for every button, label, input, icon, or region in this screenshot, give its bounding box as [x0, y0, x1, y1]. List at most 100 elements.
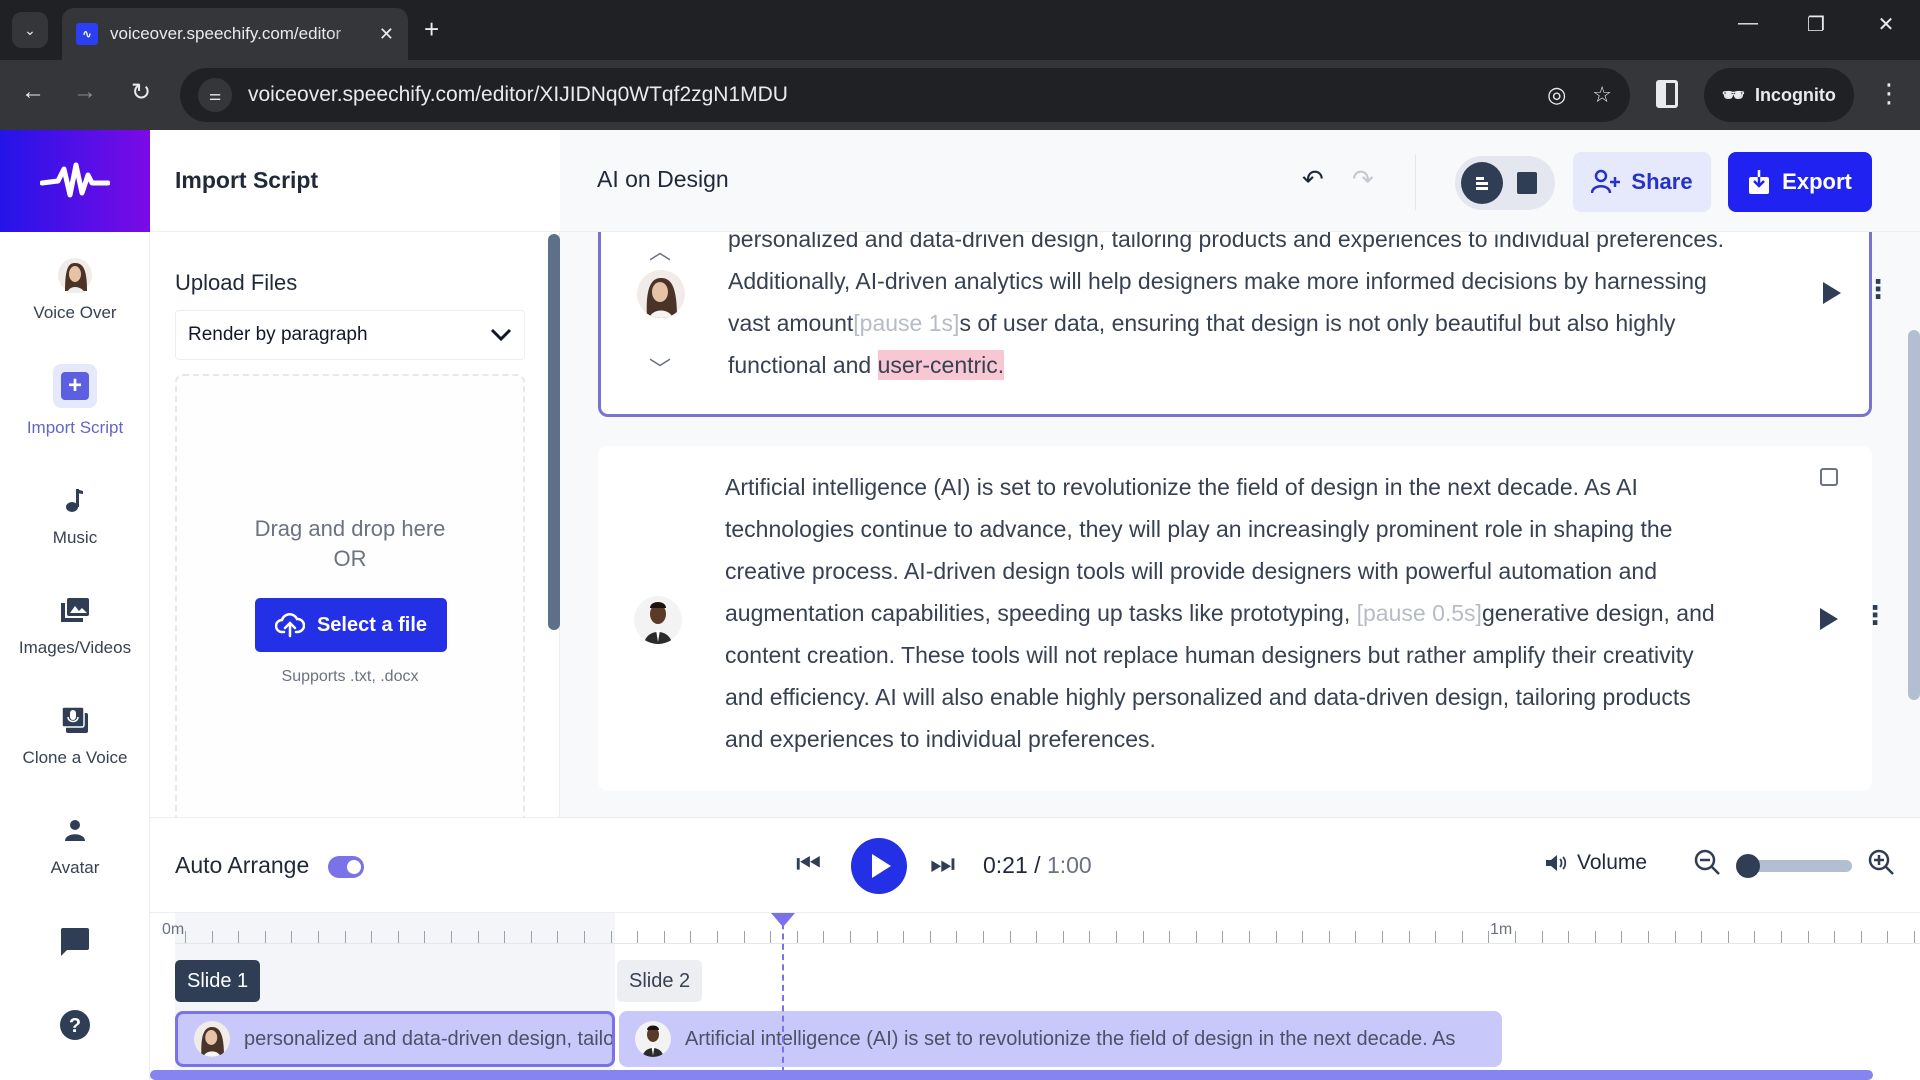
export-button[interactable]: Export	[1728, 152, 1872, 212]
more-vertical-icon[interactable]: ⋮	[1865, 276, 1891, 302]
skip-back-icon[interactable]: ⏮	[796, 848, 821, 881]
pause-tag[interactable]: [pause 0.5s]	[1357, 600, 1482, 626]
script-block[interactable]: ︿ ﹀ personalized and data-driven design,…	[598, 232, 1891, 417]
share-button[interactable]: Share	[1573, 152, 1711, 212]
ruler-tick	[1435, 931, 1437, 943]
playhead[interactable]	[771, 913, 795, 1073]
arrow-left-icon[interactable]: ←	[16, 78, 50, 106]
ruler-tick	[1674, 931, 1676, 943]
ruler-tick	[1648, 931, 1649, 943]
ruler-tick	[983, 931, 984, 943]
tab-search-button[interactable]: ⌄	[12, 12, 48, 48]
more-vertical-icon[interactable]: ⋮	[1876, 78, 1902, 109]
drop-text: Drag and drop here	[254, 516, 446, 541]
browser-tab[interactable]: ∿ voiceover.speechify.com/editor ✕	[62, 8, 408, 60]
ruler-tick	[1461, 931, 1463, 943]
play-block-icon[interactable]	[1823, 282, 1841, 304]
render-mode-select[interactable]: Render by paragraph	[175, 310, 525, 360]
play-block-icon[interactable]	[1820, 608, 1838, 630]
slide-view-icon[interactable]	[1517, 172, 1537, 194]
zoom-in-icon[interactable]	[1867, 848, 1895, 883]
ruler-tick	[1621, 931, 1623, 943]
timeline-clip[interactable]: personalized and data-driven design, tai…	[175, 1011, 615, 1067]
ruler-tick	[770, 931, 772, 943]
more-vertical-icon[interactable]: ⋮	[1862, 602, 1888, 628]
ruler-tick	[663, 931, 665, 943]
window-close-icon[interactable]: ✕	[1866, 12, 1906, 37]
sidebar-item-voice-over[interactable]: Voice Over	[0, 257, 150, 323]
sidebar-item-images-videos[interactable]: Images/Videos	[0, 592, 150, 658]
block-text[interactable]: Artificial intelligence (AI) is set to r…	[725, 466, 1735, 760]
restore-icon[interactable]: ❐	[1796, 12, 1836, 37]
ruler-tick	[796, 931, 798, 943]
ruler-tick	[743, 931, 745, 943]
side-panel-icon[interactable]	[1656, 80, 1678, 108]
timeline-clip[interactable]: Artificial intelligence (AI) is set to r…	[619, 1011, 1502, 1067]
ruler-tick	[1142, 931, 1144, 943]
add-user-icon	[1591, 169, 1621, 194]
voice-avatar-male[interactable]	[634, 596, 682, 644]
timeline-scrollbar[interactable]	[150, 1070, 1873, 1080]
chevron-up-icon[interactable]: ︿	[649, 234, 671, 266]
close-icon[interactable]: ✕	[379, 24, 394, 45]
incognito-badge[interactable]: 🕶 Incognito	[1704, 68, 1854, 122]
select-file-button[interactable]: Select a file	[255, 598, 447, 652]
minimize-icon[interactable]: —	[1728, 12, 1768, 35]
speechify-logo[interactable]	[0, 130, 150, 232]
zoom-slider-thumb[interactable]	[1736, 854, 1760, 878]
arrow-right-icon[interactable]: →	[68, 78, 102, 106]
incognito-label: Incognito	[1754, 84, 1836, 105]
file-drop-zone[interactable]: Drag and drop here OR Select a file Supp…	[175, 374, 525, 824]
ruler-tick	[264, 931, 266, 943]
block-text[interactable]: personalized and data-driven design, tai…	[728, 232, 1738, 386]
volume-button[interactable]: Volume	[1545, 851, 1647, 875]
script-view-icon[interactable]	[1461, 162, 1503, 204]
zoom-out-icon[interactable]	[1693, 848, 1721, 883]
svg-text:?: ?	[69, 1015, 81, 1037]
browser-tab-bar: ⌄ ∿ voiceover.speechify.com/editor ✕ + —…	[0, 0, 1920, 60]
timeline-zoom-slider[interactable]	[1736, 854, 1852, 878]
sidebar-item-clone-voice[interactable]: Clone a Voice	[0, 702, 150, 768]
ruler-tick	[477, 931, 479, 943]
sidebar-item-import-script[interactable]: + Import Script	[0, 364, 150, 438]
reload-icon[interactable]: ↻	[124, 78, 158, 107]
editor-scrollbar[interactable]	[1908, 330, 1920, 700]
tune-icon[interactable]: ⚌	[198, 78, 232, 112]
ruler-tick	[1515, 931, 1516, 943]
url-text[interactable]: voiceover.speechify.com/editor/XIJIDNq0W…	[248, 83, 1521, 107]
redo-icon[interactable]: ↷	[1352, 164, 1374, 195]
ruler-tick	[1116, 931, 1117, 943]
header-divider	[1415, 154, 1416, 210]
voice-avatar-female[interactable]	[637, 270, 685, 318]
play-button[interactable]	[851, 838, 907, 894]
auto-arrange-toggle[interactable]	[328, 856, 364, 878]
ruler-label-minute: 1m	[1490, 921, 1513, 938]
help-button[interactable]: ?	[0, 1007, 150, 1043]
undo-icon[interactable]: ↶	[1302, 164, 1324, 195]
slide-1-tag[interactable]: Slide 1	[175, 960, 261, 1002]
document-title[interactable]: AI on Design	[597, 166, 729, 193]
time-ruler[interactable]	[175, 931, 1920, 944]
sidebar-item-music[interactable]: Music	[0, 482, 150, 548]
block-checkbox[interactable]	[1820, 468, 1838, 486]
plus-icon[interactable]: +	[424, 14, 439, 45]
slide-2-tag[interactable]: Slide 2	[617, 960, 703, 1002]
ruler-tick	[584, 931, 585, 943]
address-bar[interactable]: ⚌ voiceover.speechify.com/editor/XIJIDNq…	[180, 68, 1630, 122]
script-block[interactable]: Artificial intelligence (AI) is set to r…	[598, 446, 1888, 791]
ruler-tick	[690, 931, 692, 943]
skip-forward-icon[interactable]: ⏭	[930, 848, 955, 881]
chevron-down-icon[interactable]: ﹀	[649, 352, 671, 384]
sidebar-item-avatar[interactable]: Avatar	[0, 812, 150, 878]
eye-off-icon[interactable]: ◎	[1547, 82, 1566, 108]
auto-arrange-label: Auto Arrange	[175, 852, 310, 878]
panel-scrollbar[interactable]	[548, 234, 560, 630]
view-toggle[interactable]	[1455, 156, 1555, 210]
speaker-icon	[1546, 855, 1567, 871]
chat-button[interactable]	[0, 924, 150, 960]
timeline[interactable]: 0m 1m Slide 1 Slide 2 personalized and d…	[150, 913, 1920, 1080]
chat-icon	[57, 924, 93, 960]
star-icon[interactable]: ☆	[1592, 82, 1612, 108]
ruler-tick	[1382, 931, 1383, 943]
pause-tag[interactable]: [pause 1s]	[853, 310, 959, 336]
